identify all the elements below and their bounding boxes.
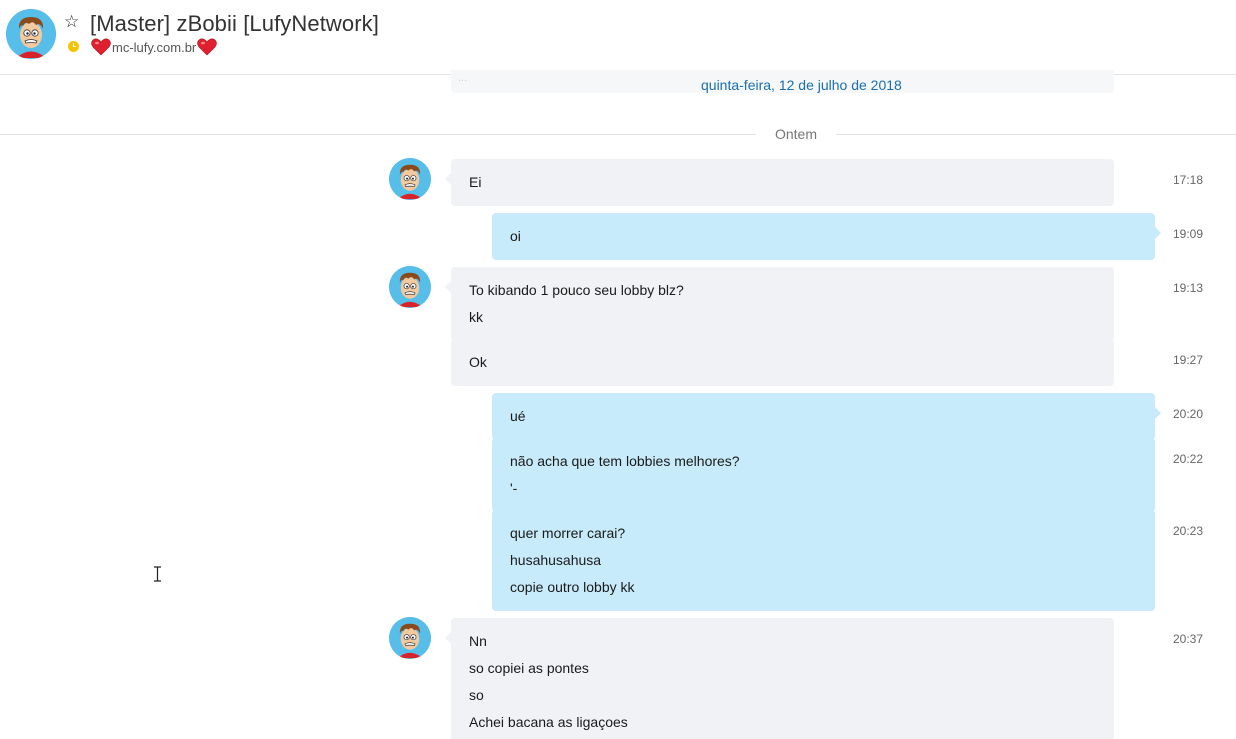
heart-icon	[197, 38, 218, 56]
message-text: To kibando 1 pouco seu lobby blz?	[469, 282, 684, 298]
message-timestamp: 20:23	[1172, 524, 1204, 538]
incoming-message-bubble[interactable]: Nn so copiei as pontes so Achei bacana as l…	[445, 618, 1114, 739]
message-text: Ei	[469, 174, 482, 190]
outgoing-message-bubble[interactable]: ué	[492, 393, 1161, 440]
contact-avatar[interactable]	[389, 617, 431, 659]
previous-date-label: quinta-feira, 12 de julho de 2018	[701, 77, 902, 93]
text-cursor-icon	[154, 566, 161, 582]
message-text: copie outro lobby kk	[510, 579, 635, 595]
message-text: so copiei as pontes	[469, 660, 589, 676]
message-text: Achei bacana as ligaçoes	[469, 714, 628, 730]
conversation-header: ☆ [Master] zBobii [LufyNetwork] mc-lufy.…	[0, 0, 1236, 75]
mood-message: mc-lufy.com.br	[91, 37, 218, 57]
away-clock-icon	[68, 41, 79, 52]
cartoon-boy-avatar-icon	[389, 617, 431, 659]
message-text: Ok	[469, 354, 487, 370]
cartoon-boy-avatar-icon	[389, 266, 431, 308]
outgoing-message-bubble[interactable]: não acha que tem lobbies melhores? '-	[492, 438, 1155, 512]
day-divider-line	[0, 134, 756, 135]
message-timestamp: 17:18	[1172, 173, 1204, 187]
message-timestamp: 19:09	[1172, 227, 1204, 241]
message-text: husahusahusa	[510, 552, 602, 568]
heart-icon	[91, 38, 111, 56]
message-text: não acha que tem lobbies melhores?	[510, 453, 740, 469]
outgoing-message-bubble[interactable]: quer morrer carai? husahusahusa copie outr…	[492, 510, 1155, 611]
contact-avatar[interactable]	[6, 9, 56, 59]
message-text: quer morrer carai?	[510, 525, 626, 541]
cartoon-boy-avatar-icon	[389, 158, 431, 200]
incoming-message-bubble[interactable]: Ok	[451, 339, 1114, 386]
day-divider-line	[836, 134, 1236, 135]
message-timestamp: 19:27	[1172, 353, 1204, 367]
message-text: kk	[469, 309, 483, 325]
message-timestamp: 20:20	[1172, 407, 1204, 421]
outgoing-message-bubble[interactable]: oi	[492, 213, 1161, 260]
message-timestamp: 20:37	[1172, 632, 1204, 646]
mood-text: mc-lufy.com.br	[112, 39, 197, 55]
favorite-star-icon[interactable]: ☆	[64, 13, 79, 30]
contact-avatar[interactable]	[389, 266, 431, 308]
incoming-message-bubble[interactable]: Ei	[445, 159, 1114, 206]
message-text: so	[469, 687, 484, 703]
contact-name[interactable]: [Master] zBobii [LufyNetwork]	[90, 11, 379, 37]
incoming-message-bubble[interactable]: To kibando 1 pouco seu lobby blz? kk	[445, 267, 1114, 341]
cartoon-boy-avatar-icon	[6, 9, 56, 59]
message-timestamp: 19:13	[1172, 281, 1204, 295]
message-text: oi	[510, 228, 521, 244]
message-timestamp: 20:22	[1172, 452, 1204, 466]
contact-avatar[interactable]	[389, 158, 431, 200]
message-text: ué	[510, 408, 526, 424]
previous-message-partial-text: ...	[458, 72, 468, 84]
message-text: Nn	[469, 633, 487, 649]
day-divider-label: Ontem	[774, 126, 817, 142]
message-text: '-	[510, 480, 518, 496]
